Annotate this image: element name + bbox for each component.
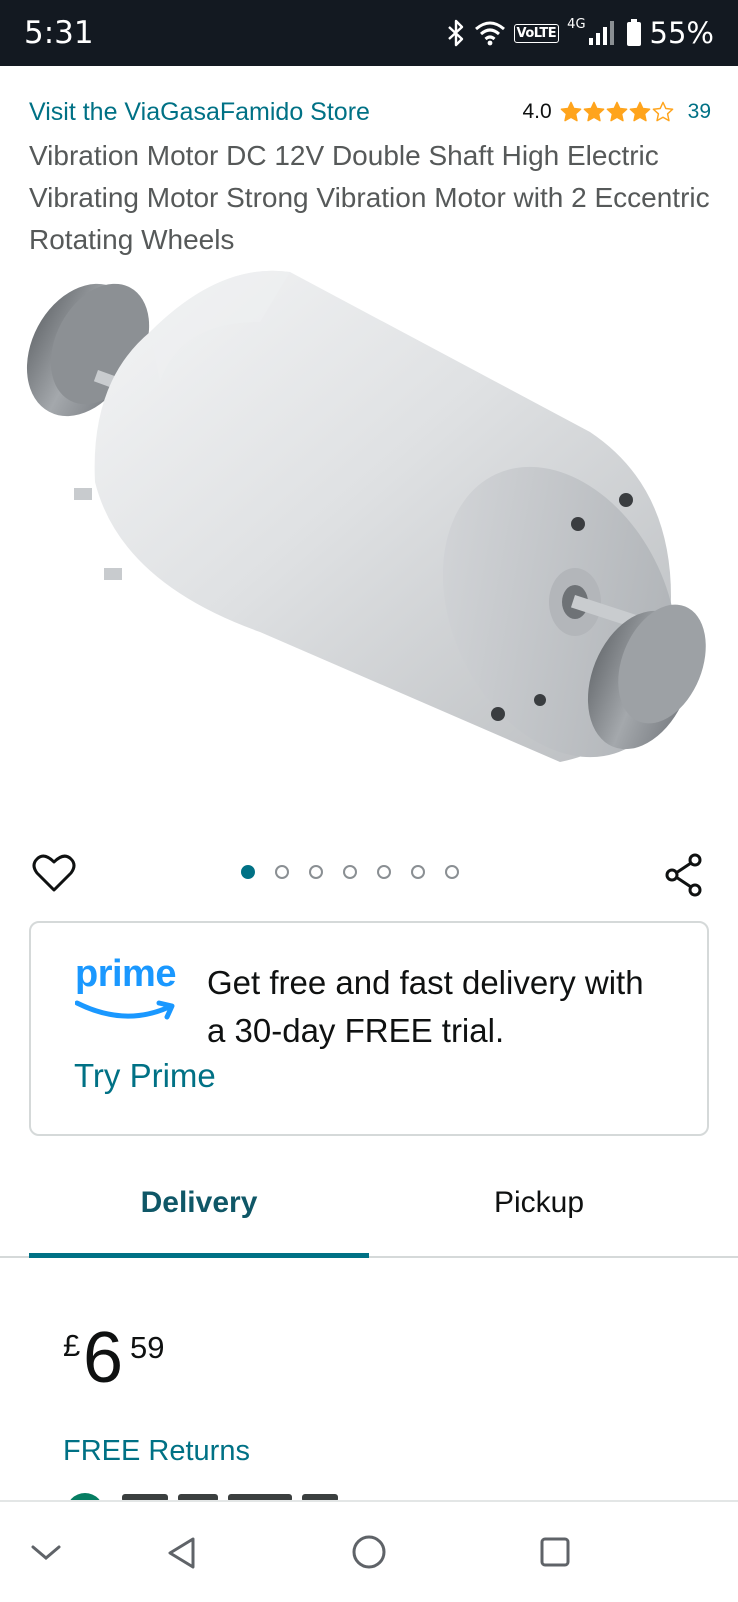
star-empty-icon: [652, 101, 673, 122]
recents-icon[interactable]: [539, 1536, 571, 1568]
system-nav-bar: [0, 1500, 738, 1602]
battery-icon: [626, 19, 641, 46]
prime-logo: prime: [75, 953, 181, 1023]
store-link[interactable]: Visit the ViaGasaFamido Store: [29, 98, 370, 127]
pagination-dot[interactable]: [241, 865, 255, 879]
pagination-dot[interactable]: [275, 865, 289, 879]
battery-percent: 55%: [649, 16, 714, 50]
star-filled-icon: [629, 101, 650, 122]
pagination-dot[interactable]: [445, 865, 459, 879]
rating-value: 4.0: [522, 100, 552, 123]
bluetooth-icon: [447, 19, 463, 47]
pagination-dot[interactable]: [377, 865, 391, 879]
back-icon[interactable]: [166, 1536, 198, 1570]
price-whole: 6: [83, 1318, 124, 1398]
network-type: 4G: [567, 16, 586, 32]
try-prime-link[interactable]: Try Prime: [74, 1057, 216, 1095]
vibration-motor-illustration: [26, 270, 706, 762]
star-filled-icon: [560, 101, 581, 122]
status-bar: 5:31 VoLTE 4G 55%: [0, 0, 738, 66]
rating-summary[interactable]: 4.0 39: [522, 100, 711, 124]
prime-message: Get free and fast delivery with a 30-day…: [207, 964, 644, 1049]
status-time: 5:31: [24, 15, 94, 51]
prime-promo-card[interactable]: prime Get free and fast delivery with a …: [29, 921, 709, 1136]
image-pagination[interactable]: [241, 865, 459, 879]
store-row: Visit the ViaGasaFamido Store 4.0 39: [29, 98, 711, 132]
share-icon[interactable]: [663, 853, 705, 897]
pagination-dot[interactable]: [343, 865, 357, 879]
product-image[interactable]: [0, 262, 738, 802]
home-icon[interactable]: [351, 1534, 387, 1570]
pagination-dot[interactable]: [411, 865, 425, 879]
tab-indicator: [29, 1253, 369, 1258]
price-currency: £: [63, 1328, 81, 1363]
free-returns-link[interactable]: FREE Returns: [63, 1435, 250, 1468]
prime-smile-icon: [75, 1000, 175, 1020]
pagination-dot[interactable]: [309, 865, 323, 879]
star-filled-icon: [583, 101, 604, 122]
status-icons: VoLTE 4G 55%: [446, 14, 714, 52]
chevron-down-icon[interactable]: [30, 1544, 62, 1562]
prime-logo-text: prime: [75, 953, 176, 995]
rating-count[interactable]: 39: [688, 100, 711, 124]
tab-pickup[interactable]: Pickup: [369, 1186, 709, 1220]
price-fraction: 59: [130, 1330, 165, 1365]
star-rating: [560, 101, 674, 123]
wifi-icon: [474, 21, 505, 46]
product-title: Vibration Motor DC 12V Double Shaft High…: [29, 140, 710, 255]
volte-badge: VoLTE: [513, 23, 560, 43]
tab-delivery[interactable]: Delivery: [29, 1186, 369, 1220]
heart-icon[interactable]: [32, 853, 76, 893]
fulfillment-tabs: Delivery Pickup: [0, 1172, 738, 1258]
star-filled-icon: [606, 101, 627, 122]
signal-icon: [588, 21, 614, 45]
